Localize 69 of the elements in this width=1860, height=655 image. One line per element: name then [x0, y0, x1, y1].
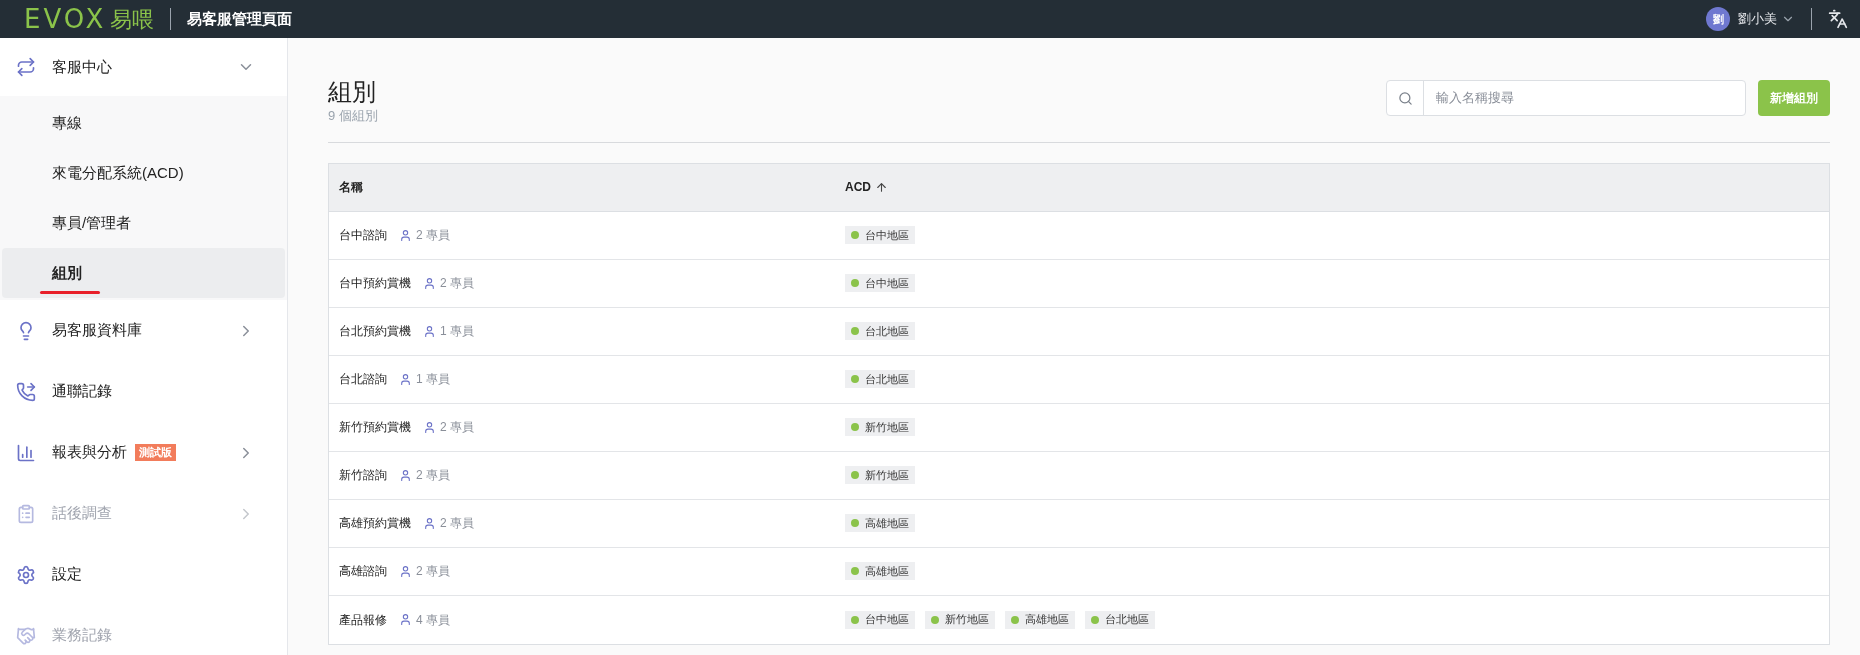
submenu-item[interactable]: 組別 [2, 248, 285, 298]
submenu-item[interactable]: 專線 [2, 98, 285, 148]
column-header[interactable]: ACD [845, 178, 871, 196]
app-title: 易客服管理頁面 [187, 8, 293, 29]
submenu-item[interactable]: 來電分配系統(ACD) [2, 148, 285, 198]
group-name: 高雄預約賞機 [339, 515, 411, 532]
column-header[interactable]: 名稱 [339, 178, 363, 196]
search-input[interactable]: 輸入名稱搜尋 [1424, 88, 1745, 108]
submenu-item[interactable]: 專員/管理者 [2, 198, 285, 248]
user-avatar[interactable]: 劉 [1706, 7, 1730, 31]
member-count: 2 專員 [440, 515, 474, 532]
bar-chart-icon [16, 442, 36, 463]
acd-tag: 新竹地區 [845, 466, 915, 484]
acd-tag: 新竹地區 [845, 418, 915, 436]
sidebar-item[interactable]: 通聯記錄 [0, 361, 287, 422]
acd-tag: 台北地區 [845, 370, 915, 388]
translate-icon[interactable] [1828, 9, 1848, 29]
person-icon [399, 228, 412, 242]
sort-arrow-icon[interactable] [875, 180, 888, 194]
acd-tag: 高雄地區 [845, 514, 915, 532]
group-name: 台北諮詢 [339, 371, 387, 388]
page-title: 組別 [328, 78, 377, 106]
person-icon [399, 613, 412, 626]
member-count: 2 專員 [440, 275, 474, 292]
acd-tag: 台中地區 [845, 610, 915, 629]
phone-icon [16, 381, 36, 402]
person-icon [399, 564, 412, 578]
person-icon [423, 324, 436, 338]
person-icon [399, 468, 412, 482]
member-count: 2 專員 [416, 227, 450, 244]
group-name: 新竹預約賞機 [339, 419, 411, 436]
sidebar-item[interactable]: 客服中心 [0, 38, 287, 96]
acd-tag: 台中地區 [845, 274, 915, 292]
handshake-icon [16, 625, 36, 646]
acd-tag: 台北地區 [1085, 610, 1155, 629]
clipboard-icon [16, 503, 36, 524]
search-icon [1397, 90, 1413, 106]
group-name: 新竹諮詢 [339, 467, 387, 484]
acd-tag: 台中地區 [845, 226, 915, 244]
member-count: 1 專員 [416, 371, 450, 388]
beta-badge: 測試版 [135, 444, 176, 461]
user-name[interactable]: 劉小美 [1738, 9, 1777, 29]
sidebar-item[interactable]: 報表與分析 測試版 [0, 422, 287, 483]
arrows-circle-icon [16, 57, 36, 77]
member-count: 2 專員 [440, 419, 474, 436]
group-name: 台北預約賞機 [339, 323, 411, 340]
sidebar-item[interactable]: 設定 [0, 544, 287, 605]
group-name: 台中諮詢 [339, 227, 387, 244]
group-name: 產品報修 [339, 611, 387, 629]
acd-tag: 高雄地區 [845, 562, 915, 580]
person-icon [399, 372, 412, 386]
acd-tag: 高雄地區 [1005, 610, 1075, 629]
search-field[interactable]: 輸入名稱搜尋 [1386, 80, 1746, 116]
member-count: 2 專員 [416, 563, 450, 580]
logo: EVOX 易喂 [24, 2, 155, 36]
person-icon [423, 276, 436, 290]
sidebar-item[interactable]: 易客服資料庫 [0, 300, 287, 361]
settings-icon [16, 564, 36, 585]
person-icon [423, 516, 436, 530]
member-count: 1 專員 [440, 323, 474, 340]
acd-tag: 台北地區 [845, 322, 915, 340]
group-name: 台中預約賞機 [339, 275, 411, 292]
acd-tag: 新竹地區 [925, 610, 995, 629]
active-underline [40, 291, 100, 295]
member-count: 2 專員 [416, 467, 450, 484]
member-count: 4 專員 [416, 611, 450, 629]
group-name: 高雄諮詢 [339, 563, 387, 580]
person-icon [423, 420, 436, 434]
group-count: 9 個組別 [328, 107, 378, 125]
